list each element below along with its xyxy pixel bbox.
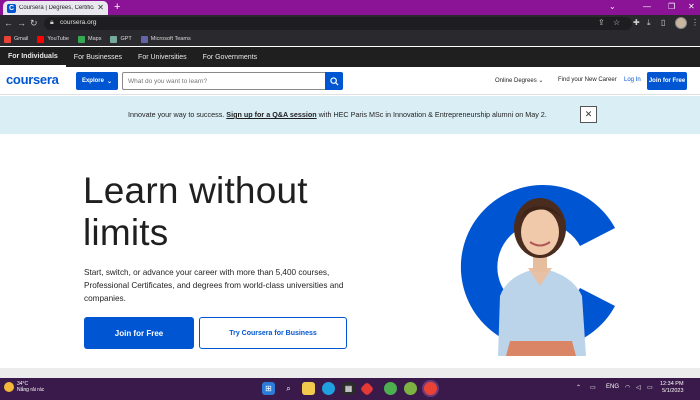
page-bottom-edge [0, 368, 700, 378]
language-indicator[interactable]: ENG [606, 384, 619, 390]
close-window-icon[interactable]: ✕ [688, 2, 695, 12]
restore-icon[interactable]: ❐ [668, 2, 675, 12]
banner-text: Innovate your way to success. Sign up fo… [128, 110, 547, 119]
tab-close-icon[interactable]: ✕ [97, 4, 104, 12]
join-free-header-button[interactable]: Join for Free [647, 72, 687, 90]
chevron-down-icon: ⌄ [106, 78, 113, 85]
search-button[interactable] [325, 72, 343, 90]
share-icon[interactable]: ⇪ [598, 18, 605, 28]
browser-tab-strip: C Coursera | Degrees, Certificates, & F … [0, 0, 700, 15]
browser-tab[interactable]: C Coursera | Degrees, Certificates, & F … [3, 1, 108, 15]
weather-widget[interactable]: 34°C Nắng rải rác [4, 381, 44, 393]
bookmark-gmail[interactable]: Gmail [4, 35, 29, 43]
clock-date: 5/1/2023 [662, 388, 684, 394]
bookmark-favicon-icon [37, 35, 45, 43]
profile-avatar[interactable] [675, 17, 687, 29]
new-tab-icon[interactable]: + [114, 1, 120, 14]
nav-for-businesses[interactable]: For Businesses [66, 47, 130, 67]
online-degrees-link[interactable]: Online Degrees ⌄ [495, 77, 543, 84]
bookmark-favicon-icon [110, 35, 118, 43]
lock-icon: 🔒︎ [50, 19, 54, 26]
forward-icon[interactable]: → [17, 18, 26, 28]
extensions-icon[interactable]: ✚ [633, 18, 640, 28]
side-panel-icon[interactable]: ▯ [661, 18, 665, 28]
battery-icon[interactable]: ▭ [647, 384, 653, 391]
bookmark-star-icon[interactable]: ☆ [613, 18, 620, 28]
bookmark-favicon-icon [4, 35, 11, 43]
try-business-button[interactable]: Try Coursera for Business [199, 317, 347, 349]
tray-expand-icon[interactable]: ⌃ [576, 384, 581, 391]
close-banner-icon[interactable]: ✕ [580, 106, 597, 123]
bookmark-microsoft-teams[interactable]: Microsoft Teams [140, 35, 191, 43]
nav-for-individuals[interactable]: For Individuals [0, 47, 66, 67]
explore-label: Explore [81, 78, 104, 84]
bookmark-label: YouTube [47, 36, 69, 42]
weather-desc: Nắng rải rác [17, 387, 45, 393]
banner-link[interactable]: Sign up for a Q&A session [226, 110, 316, 119]
app-green-icon[interactable] [384, 382, 397, 395]
bookmark-label: Microsoft Teams [150, 36, 191, 42]
site-header: coursera Explore ⌄ Online Degrees ⌄ Find… [0, 67, 700, 95]
banner-suffix: with HEC Paris MSc in Innovation & Entre… [316, 110, 547, 119]
app-red-icon[interactable] [359, 381, 375, 397]
audience-nav: For Individuals For Businesses For Unive… [0, 47, 700, 67]
back-icon[interactable]: ← [4, 18, 13, 28]
bookmark-label: GPT [120, 36, 132, 42]
hero-title: Learn without limits [83, 170, 308, 253]
nav-for-governments[interactable]: For Governments [195, 47, 265, 67]
bookmark-gpt[interactable]: GPT [110, 35, 132, 43]
search-icon [329, 76, 339, 86]
clock-time: 12:34 PM [660, 381, 684, 387]
bookmark-label: Maps [88, 36, 102, 42]
windows-taskbar: 34°C Nắng rải rác ⊞ ⌕ ▦ ⌃ ▭ ENG ◠ ◁ ▭ 12… [0, 378, 700, 400]
banner-prefix: Innovate your way to success. [128, 110, 227, 119]
find-career-link[interactable]: Find your New Career [558, 77, 617, 83]
download-icon[interactable]: ⤓ [647, 18, 651, 28]
online-degrees-label: Online Degrees [495, 78, 537, 84]
chrome-icon[interactable] [424, 382, 437, 395]
tab-search-icon[interactable]: ⌄ [609, 2, 616, 12]
coursera-favicon-icon: C [7, 3, 16, 13]
store-icon[interactable]: ▦ [342, 382, 355, 395]
chevron-down-icon: ⌄ [538, 78, 544, 84]
app-lime-icon[interactable] [404, 382, 417, 395]
bookmark-youtube[interactable]: YouTube [37, 35, 69, 43]
address-bar[interactable]: 🔒︎ coursera.org [44, 17, 632, 30]
tab-title: Coursera | Degrees, Certificates, & F [19, 5, 94, 11]
hero-subtitle: Start, switch, or advance your career wi… [84, 268, 344, 303]
weather-sun-icon [4, 382, 14, 392]
file-explorer-icon[interactable] [302, 382, 315, 395]
system-clock[interactable]: 12:34 PM 5/1/2023 [660, 381, 684, 395]
coursera-logo[interactable]: coursera [6, 72, 59, 87]
url-text: coursera.org [60, 19, 97, 26]
join-free-button[interactable]: Join for Free [84, 317, 194, 349]
explore-button[interactable]: Explore ⌄ [76, 72, 118, 90]
taskbar-search-icon[interactable]: ⌕ [282, 382, 295, 395]
bookmark-favicon-icon [140, 35, 148, 43]
reload-icon[interactable]: ↻ [30, 18, 38, 28]
bookmarks-bar: Gmail YouTube Maps GPT Microsoft Teams [0, 32, 700, 46]
minimize-icon[interactable]: — [643, 2, 651, 12]
bookmark-maps[interactable]: Maps [78, 35, 102, 43]
bookmark-favicon-icon [78, 35, 85, 43]
edge-icon[interactable] [322, 382, 335, 395]
volume-icon[interactable]: ◁ [636, 384, 641, 391]
login-link[interactable]: Log In [624, 77, 641, 83]
bookmark-label: Gmail [14, 36, 29, 42]
browser-toolbar: ← → ↻ 🔒︎ coursera.org ⇪ ☆ ✚ ⤓ ▯ ⋮ [0, 15, 700, 32]
hero-illustration [460, 184, 615, 356]
tray-app-icon[interactable]: ▭ [590, 384, 596, 391]
search-input[interactable] [122, 72, 326, 90]
menu-icon[interactable]: ⋮ [691, 18, 699, 28]
wifi-icon[interactable]: ◠ [625, 384, 630, 391]
start-menu-icon[interactable]: ⊞ [262, 382, 275, 395]
nav-for-universities[interactable]: For Universities [130, 47, 195, 67]
